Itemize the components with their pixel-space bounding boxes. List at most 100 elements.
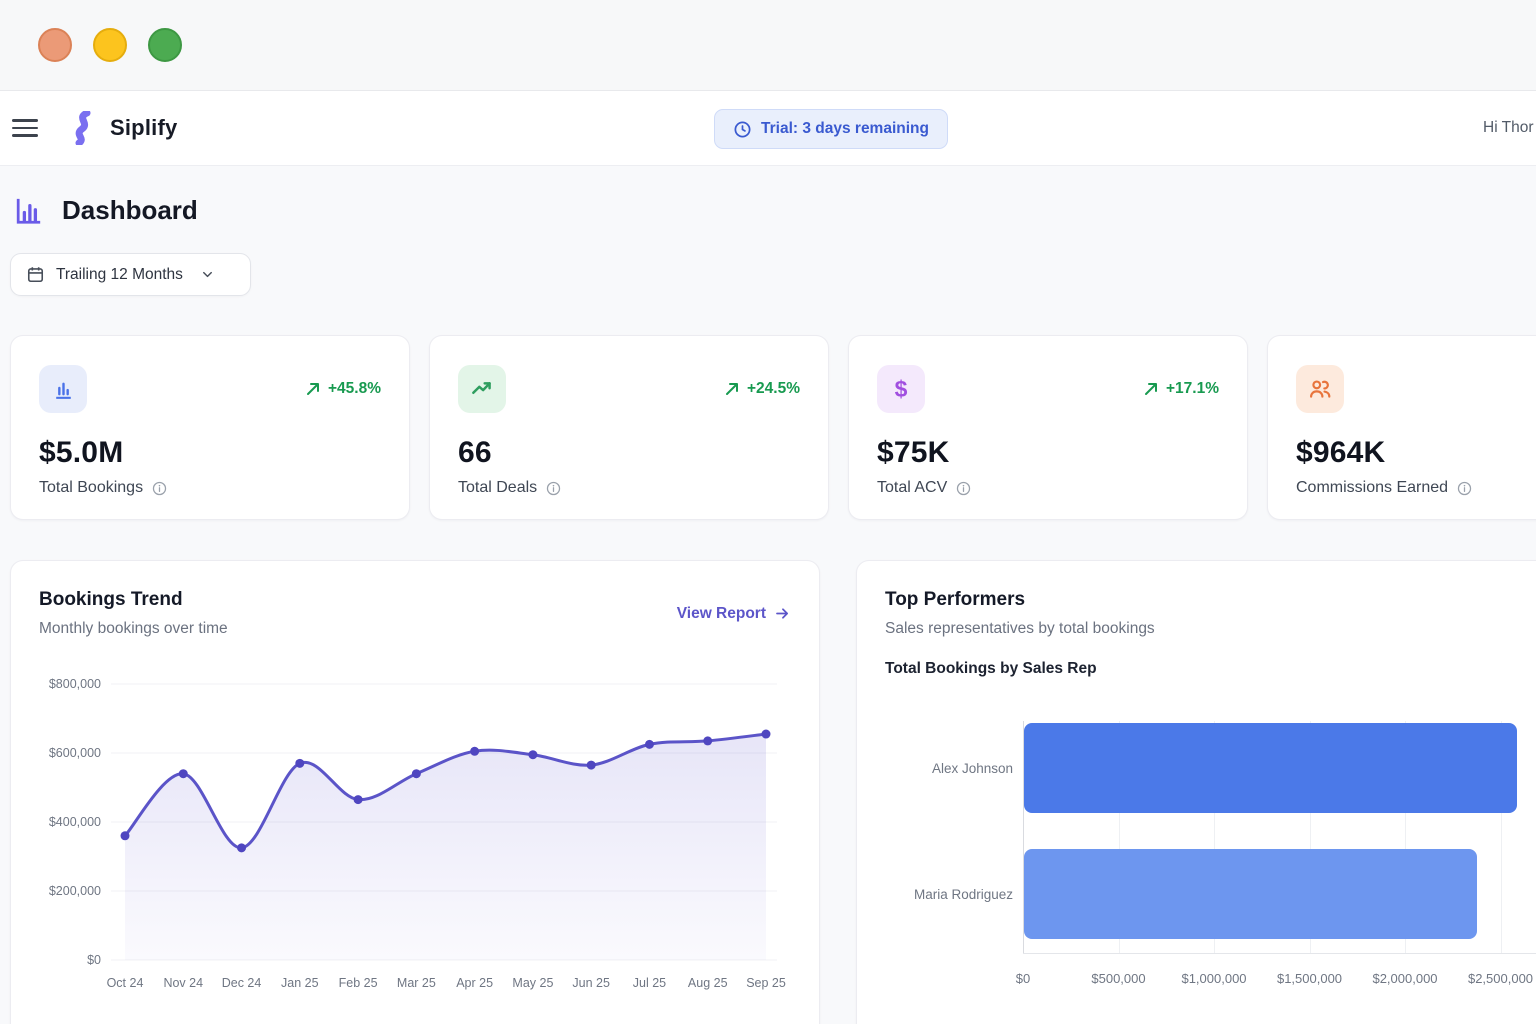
date-range-value: Trailing 12 Months <box>56 266 183 284</box>
kpi-value: $75K <box>877 436 1219 470</box>
window-titlebar <box>0 0 1536 91</box>
kpi-card-total-deals: +24.5% 66 Total Deals <box>429 335 829 520</box>
page-head: Dashboard <box>10 194 1536 227</box>
trend-up-arrow-icon <box>724 381 740 397</box>
arrow-right-icon <box>774 605 791 622</box>
x-tick-label: May 25 <box>512 976 553 990</box>
area-fill <box>125 734 766 960</box>
data-point <box>470 747 479 756</box>
users-icon <box>1296 365 1344 413</box>
bar-chart-title: Total Bookings by Sales Rep <box>885 660 1536 678</box>
trend-up-arrow-icon <box>1143 381 1159 397</box>
x-tick-label: Jul 25 <box>633 976 666 990</box>
brand-name: Siplify <box>110 115 177 141</box>
bar-label: Maria Rodriguez <box>885 887 1013 902</box>
page-title: Dashboard <box>62 195 198 226</box>
data-point <box>179 769 188 778</box>
data-point <box>354 795 363 804</box>
kpi-label: Total ACV <box>877 479 1219 497</box>
hamburger-menu-icon[interactable] <box>12 114 38 142</box>
data-point <box>412 769 421 778</box>
kpi-trend: +24.5% <box>724 380 800 398</box>
kpi-value: $5.0M <box>39 436 381 470</box>
bookings-trend-card: Bookings Trend Monthly bookings over tim… <box>10 560 820 1024</box>
user-greeting: Hi Thor <box>1483 119 1534 137</box>
x-tick-label: Dec 24 <box>222 976 262 990</box>
bookings-trend-subtitle: Monthly bookings over time <box>39 620 228 638</box>
kpi-label: Total Bookings <box>39 479 381 497</box>
x-tick-label: $500,000 <box>1091 971 1145 986</box>
brand-logo[interactable]: Siplify <box>70 111 177 145</box>
info-icon[interactable] <box>1456 480 1473 497</box>
y-tick-label: $800,000 <box>49 677 101 691</box>
x-tick-label: Sep 25 <box>746 976 786 990</box>
view-report-link[interactable]: View Report <box>677 605 791 623</box>
x-tick-label: $1,000,000 <box>1181 971 1246 986</box>
charts-row: Bookings Trend Monthly bookings over tim… <box>10 560 1536 1024</box>
x-tick-label: Apr 25 <box>456 976 493 990</box>
info-icon[interactable] <box>955 480 972 497</box>
data-point <box>528 750 537 759</box>
x-tick-label: Feb 25 <box>339 976 378 990</box>
dollar-icon: $ <box>877 365 925 413</box>
traffic-light-minimize-button[interactable] <box>93 28 127 62</box>
info-icon[interactable] <box>151 480 168 497</box>
x-tick-label: Mar 25 <box>397 976 436 990</box>
bookings-trend-title: Bookings Trend <box>39 589 228 611</box>
x-tick-label: $1,500,000 <box>1277 971 1342 986</box>
bookings-trend-chart: $0 $200,000 $400,000 $600,000 $800,000 Oct 24… <box>39 650 793 1000</box>
date-range-dropdown[interactable]: Trailing 12 Months <box>10 253 251 296</box>
top-performers-title: Top Performers <box>885 589 1155 611</box>
bar-chart-x-axis <box>1023 953 1536 954</box>
kpi-label: Commissions Earned <box>1296 479 1536 497</box>
trending-up-icon <box>458 365 506 413</box>
x-tick-label: Jan 25 <box>281 976 319 990</box>
kpi-card-total-acv: $ +17.1% $75K Total ACV <box>848 335 1248 520</box>
x-tick-label: Aug 25 <box>688 976 728 990</box>
data-point <box>587 761 596 770</box>
bar-chart-icon <box>39 365 87 413</box>
data-point <box>762 730 771 739</box>
x-tick-label: Nov 24 <box>163 976 203 990</box>
x-tick-label: $0 <box>1016 971 1030 986</box>
data-point <box>121 831 130 840</box>
data-point <box>295 759 304 768</box>
dashboard-icon <box>12 194 45 227</box>
info-icon[interactable] <box>545 480 562 497</box>
kpi-value: 66 <box>458 436 800 470</box>
traffic-light-close-button[interactable] <box>38 28 72 62</box>
trial-badge[interactable]: Trial: 3 days remaining <box>714 109 948 149</box>
traffic-light-maximize-button[interactable] <box>148 28 182 62</box>
bar-maria-rodriguez <box>1024 849 1477 939</box>
siplify-logo-icon <box>70 111 96 145</box>
kpi-card-commissions-earned: $964K Commissions Earned <box>1267 335 1536 520</box>
kpi-label: Total Deals <box>458 479 800 497</box>
x-tick-label: $2,500,000 <box>1468 971 1533 986</box>
top-performers-subtitle: Sales representatives by total bookings <box>885 620 1155 638</box>
calendar-icon <box>26 265 45 284</box>
x-tick-label: Jun 25 <box>572 976 610 990</box>
kpi-row: +45.8% $5.0M Total Bookings <box>10 335 1536 520</box>
y-tick-label: $0 <box>87 953 101 967</box>
x-tick-label: Oct 24 <box>107 976 144 990</box>
kpi-trend: +45.8% <box>305 380 381 398</box>
x-tick-label: $2,000,000 <box>1372 971 1437 986</box>
data-point <box>645 740 654 749</box>
trend-up-arrow-icon <box>305 381 321 397</box>
y-tick-label: $200,000 <box>49 884 101 898</box>
trial-badge-label: Trial: 3 days remaining <box>761 120 929 138</box>
chevron-down-icon <box>200 267 215 282</box>
y-tick-label: $600,000 <box>49 746 101 760</box>
top-performers-chart: Alex Johnson Maria Rodriguez $0 $500,000 $… <box>885 721 1536 991</box>
kpi-value: $964K <box>1296 436 1536 470</box>
main-content: Dashboard Trailing 12 Months <box>0 166 1536 1024</box>
data-point <box>703 736 712 745</box>
kpi-card-total-bookings: +45.8% $5.0M Total Bookings <box>10 335 410 520</box>
bar-alex-johnson <box>1024 723 1517 813</box>
data-point <box>237 843 246 852</box>
app-header: Siplify Trial: 3 days remaining Hi Thor <box>0 91 1536 166</box>
y-tick-label: $400,000 <box>49 815 101 829</box>
clock-icon <box>733 120 752 139</box>
bar-label: Alex Johnson <box>885 761 1013 776</box>
top-performers-card: Top Performers Sales representatives by … <box>856 560 1536 1024</box>
